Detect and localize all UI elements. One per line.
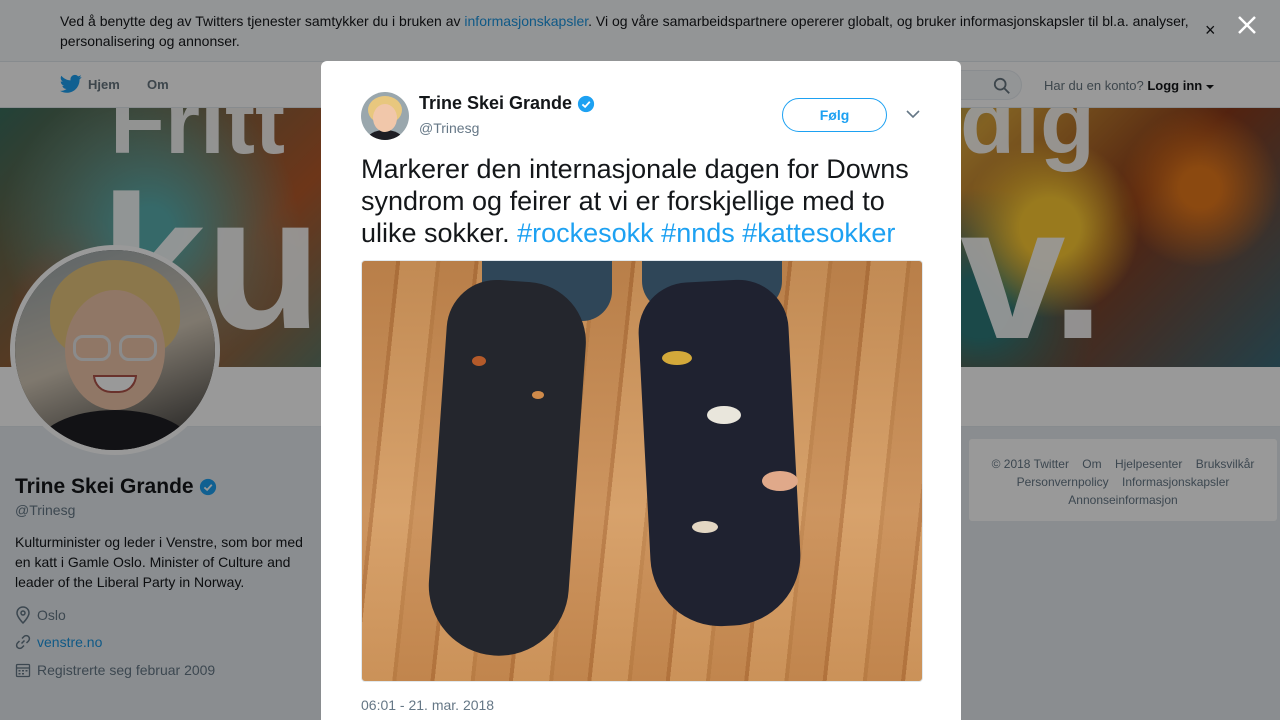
- sock-right: [636, 277, 804, 630]
- tweet-photo[interactable]: [361, 260, 923, 682]
- avatar-face: [373, 104, 397, 132]
- tweet-author-name[interactable]: Trine Skei Grande: [419, 93, 595, 114]
- hashtag-link[interactable]: #nnds: [661, 218, 735, 248]
- chevron-down-icon[interactable]: [906, 109, 920, 119]
- sock-pattern-moon: [662, 351, 692, 365]
- hashtag-link[interactable]: #kattesokker: [742, 218, 895, 248]
- tweet-modal: Trine Skei Grande @Trinesg Følg Markerer…: [321, 61, 961, 720]
- sock-left: [424, 276, 590, 661]
- tweet-author-avatar[interactable]: [361, 92, 409, 140]
- sock-pattern-cat: [692, 521, 718, 533]
- hashtag-link[interactable]: #rockesokk: [517, 218, 654, 248]
- tweet-timestamp[interactable]: 06:01 - 21. mar. 2018: [361, 697, 494, 713]
- tweet-text: Markerer den internasjonale dagen for Do…: [361, 153, 931, 249]
- follow-button[interactable]: Følg: [782, 98, 887, 132]
- tweet-author-handle[interactable]: @Trinesg: [419, 120, 479, 136]
- sock-pattern-dot: [472, 356, 486, 366]
- close-icon[interactable]: [1232, 10, 1262, 40]
- verified-badge-icon: [577, 95, 595, 112]
- tweet-author-name-text[interactable]: Trine Skei Grande: [419, 93, 572, 114]
- sock-pattern-dot: [532, 391, 544, 399]
- sock-pattern-cat: [762, 471, 798, 491]
- sock-pattern-cat: [707, 406, 741, 424]
